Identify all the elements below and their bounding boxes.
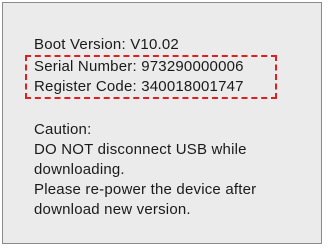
- boot-version-text: Boot Version: V10.02: [34, 36, 179, 53]
- device-info-screen: Boot Version: V10.02 Serial Number: 9732…: [2, 2, 322, 244]
- serial-number-text: Serial Number: 973290000006: [34, 58, 244, 75]
- caution-line: DO NOT disconnect USB while: [34, 141, 247, 158]
- caution-heading: Caution:: [34, 121, 92, 138]
- caution-line: downloading.: [34, 161, 125, 178]
- register-code-text: Register Code: 340018001747: [34, 78, 244, 95]
- caution-line: download new version.: [34, 201, 191, 218]
- caution-line: Please re-power the device after: [34, 181, 257, 198]
